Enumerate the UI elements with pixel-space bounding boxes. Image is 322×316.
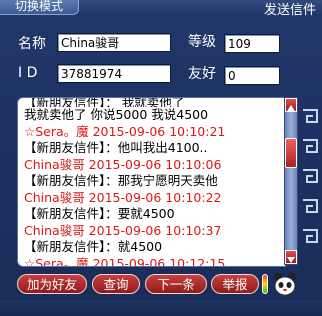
message-line: 我就卖他了 你说5000 我说4500: [24, 107, 209, 122]
level-field: 109: [224, 34, 280, 53]
query-button[interactable]: 查询: [92, 274, 140, 294]
arrow-up-icon: [287, 105, 295, 111]
message-line: 【新朋友信件】：就4500: [24, 239, 163, 254]
message-line: China骏哥 2015-09-06 10:10:06: [24, 156, 222, 172]
bottom-strip: [0, 300, 322, 316]
friendliness-field: 0: [224, 66, 280, 85]
panda-icon[interactable]: [272, 271, 298, 297]
arrow-down-icon: [287, 257, 295, 263]
message-line: China骏哥 2015-09-06 10:10:37: [24, 222, 222, 238]
message-line: China骏哥 2015-09-06 10:10:22: [24, 189, 222, 205]
name-label: 名称: [18, 36, 46, 52]
message-line: 【新朋友信件】：要就4500: [24, 206, 175, 221]
window-title: 发送信件: [263, 3, 316, 18]
message-line: 【新朋友信件】：他叫我出4100..: [24, 140, 208, 155]
report-button[interactable]: 举报: [211, 274, 259, 294]
top-bar: 切换模式 发送信件: [0, 0, 322, 18]
message-history[interactable]: 【新朋友信件】： 我就卖他了 我就卖他了 你说5000 我说4500 ☆Sera。魔…: [17, 97, 286, 267]
switch-mode-tab[interactable]: 切换模式: [0, 0, 79, 15]
scroll-down-button[interactable]: [285, 250, 297, 264]
message-list: 【新朋友信件】： 我就卖他了 我就卖他了 你说5000 我说4500 ☆Sera。魔…: [18, 98, 285, 267]
mail-dialog: 切换模式 发送信件 名称 China骏哥 等级 109 I D 37881974…: [0, 0, 322, 316]
message-line: 【新朋友信件】：那我宁愿明天卖他: [24, 173, 218, 188]
id-label: I D: [18, 65, 38, 81]
add-friend-button[interactable]: 加为好友: [17, 274, 87, 294]
status-indicator: [262, 274, 268, 294]
message-line: ☆Sera。魔 2015-09-06 10:12:15: [24, 255, 226, 267]
id-field: 37881974: [57, 64, 171, 83]
level-label: 等级: [188, 34, 216, 50]
name-field: China骏哥: [57, 33, 171, 52]
scroll-up-button[interactable]: [285, 98, 297, 112]
friendliness-label: 友好: [188, 66, 216, 82]
message-line: 【新朋友信件】： 我就卖他了: [24, 98, 185, 107]
next-message-button[interactable]: 下一条: [145, 274, 207, 294]
decorative-pattern-icon: [303, 109, 318, 243]
message-line: ☆Sera。魔 2015-09-06 10:10:21: [24, 123, 226, 139]
message-scrollbar[interactable]: [284, 97, 298, 265]
scroll-thumb[interactable]: [285, 138, 297, 168]
